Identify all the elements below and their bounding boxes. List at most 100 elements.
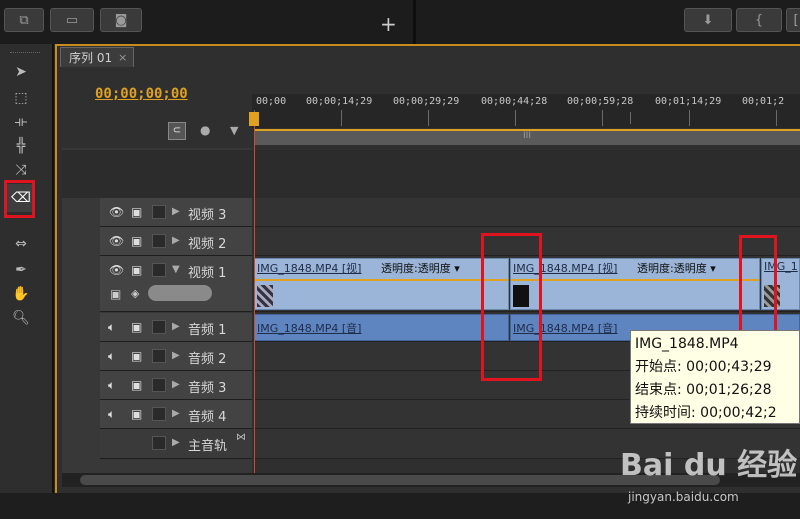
clip-icon[interactable]: ⧉: [4, 8, 44, 32]
eye-icon[interactable]: 👁︎: [109, 205, 124, 219]
panel-divider: [413, 0, 416, 44]
speaker-icon[interactable]: 🔈︎: [108, 378, 115, 393]
rate-stretch-tool-icon[interactable]: ⤨: [10, 160, 32, 180]
marker-add-icon[interactable]: ▼: [230, 124, 238, 137]
track-select-tool-icon[interactable]: ⬚: [10, 88, 32, 108]
track-label: 主音轨: [188, 439, 228, 454]
sync-lock-icon[interactable]: ▣: [131, 378, 142, 392]
rolling-edit-tool-icon[interactable]: ╬: [10, 136, 32, 156]
ruler-tick: [602, 110, 603, 126]
video-clip[interactable]: IMG_1848.MP4 [视] 透明度:透明度 ▾: [254, 258, 509, 310]
ruler-tick: [689, 110, 690, 126]
lock-toggle[interactable]: [152, 320, 166, 334]
speaker-icon[interactable]: 🔈︎: [108, 407, 115, 422]
ruler-tick: [630, 112, 631, 124]
watermark-logo: Bai du 经验: [620, 448, 798, 483]
tooltip-title: IMG_1848.MP4: [635, 336, 739, 352]
lock-toggle[interactable]: [152, 407, 166, 421]
opacity-line[interactable]: [511, 279, 759, 281]
opacity-line[interactable]: [255, 279, 508, 281]
track-label: 视频 3: [188, 208, 227, 223]
lock-toggle[interactable]: [152, 378, 166, 392]
tab-sequence-01[interactable]: 序列 01 ×: [60, 47, 134, 67]
lightbulb-icon[interactable]: ●: [200, 123, 210, 137]
slip-tool-icon[interactable]: ⇔: [10, 234, 32, 254]
sync-lock-icon[interactable]: ▣: [131, 407, 142, 421]
sync-lock-icon[interactable]: ▣: [131, 349, 142, 363]
razor-tool-highlight: [4, 180, 35, 218]
clip-name: IMG_1848.MP4 [音]: [257, 322, 362, 335]
hand-tool-icon[interactable]: ✋: [10, 284, 32, 304]
collapse-icon[interactable]: ▼: [172, 264, 180, 275]
playhead-handle[interactable]: [249, 112, 259, 126]
track-label: 视频 1: [188, 266, 227, 281]
expand-icon[interactable]: ▶: [172, 408, 180, 419]
ruler-label: 00;00;44;28: [481, 96, 548, 107]
ruler-tick: [776, 110, 777, 126]
playhead-line[interactable]: [254, 113, 255, 473]
keyframe-nav[interactable]: [148, 285, 212, 301]
track-label: 音频 1: [188, 323, 227, 338]
cut-highlight-1: [481, 233, 542, 381]
camera-icon[interactable]: ◙: [100, 8, 142, 32]
ruler-label: 00;00;59;28: [567, 96, 634, 107]
mark-out-icon[interactable]: [: [786, 8, 800, 32]
snap-icon[interactable]: ⊂: [168, 122, 186, 140]
add-icon[interactable]: +: [380, 12, 397, 36]
speaker-icon[interactable]: 🔈︎: [108, 349, 115, 364]
keyframe-icon[interactable]: ◈: [131, 287, 139, 300]
expand-icon[interactable]: ▶: [172, 206, 180, 217]
empty-track-area: [62, 150, 800, 198]
ruler-label: 00;00: [256, 96, 287, 107]
selection-tool-icon[interactable]: ➤: [10, 62, 32, 82]
work-area-bar[interactable]: III: [254, 129, 800, 145]
zoom-grip: III: [523, 131, 531, 141]
marker-icon[interactable]: ⬇: [684, 8, 732, 32]
speaker-icon[interactable]: 🔈︎: [108, 320, 115, 335]
eye-icon[interactable]: 👁︎: [109, 234, 124, 248]
lock-toggle[interactable]: [152, 349, 166, 363]
ruler-label: 00;00;29;29: [393, 96, 460, 107]
film-icon[interactable]: ▣: [131, 205, 142, 219]
expand-icon[interactable]: ▶: [172, 235, 180, 246]
track-label: 音频 2: [188, 352, 227, 367]
audio-clip[interactable]: IMG_1848.MP4 [音]: [254, 314, 509, 341]
clip-effect[interactable]: 透明度:透明度 ▾: [381, 260, 460, 276]
lock-toggle[interactable]: [152, 205, 166, 219]
ruler-label: 00;01;14;29: [655, 96, 722, 107]
zoom-tool-icon[interactable]: 🔍︎: [10, 308, 32, 328]
lock-toggle[interactable]: [152, 436, 166, 450]
eye-icon[interactable]: 👁︎: [109, 263, 124, 277]
ruler-tick: [515, 110, 516, 126]
ripple-edit-tool-icon[interactable]: ⟛: [10, 112, 32, 132]
pen-tool-icon[interactable]: ✒: [10, 260, 32, 280]
lock-toggle[interactable]: [152, 263, 166, 277]
ruler-tick: [428, 110, 429, 126]
track-label: 音频 3: [188, 381, 227, 396]
film-icon[interactable]: ▣: [131, 234, 142, 248]
expand-icon[interactable]: ▶: [172, 321, 180, 332]
track-label: 视频 2: [188, 237, 227, 252]
current-timecode[interactable]: 00;00;00;00: [95, 86, 188, 102]
clip-effect[interactable]: 透明度:透明度 ▾: [637, 260, 716, 276]
lock-toggle[interactable]: [152, 234, 166, 248]
close-icon[interactable]: ×: [118, 51, 127, 64]
clip-thumbnail: [257, 285, 273, 307]
track-row-video-3[interactable]: [254, 198, 800, 227]
clip-name: IMG_1848.MP4 [视]: [257, 262, 362, 275]
expand-icon[interactable]: ▶: [172, 379, 180, 390]
film-icon[interactable]: ▣: [131, 263, 142, 277]
output-icon: ⋈: [236, 432, 246, 443]
tooltip-duration: 持续时间: 00;00;42;2: [635, 405, 777, 421]
ruler-label: 00;00;14;29: [306, 96, 373, 107]
brace-icon[interactable]: {: [736, 8, 782, 32]
sync-lock-icon[interactable]: ▣: [131, 320, 142, 334]
video-clip[interactable]: IMG_1848.MP4 [视] 透明度:透明度 ▾: [510, 258, 760, 310]
monitor-icon[interactable]: ▭: [50, 8, 94, 32]
display-style-icon[interactable]: ▣: [110, 287, 121, 301]
expand-icon[interactable]: ▶: [172, 350, 180, 361]
clip-tooltip: IMG_1848.MP4 开始点: 00;00;43;29 结束点: 00;01…: [630, 330, 800, 424]
track-label: 音频 4: [188, 410, 227, 425]
expand-icon[interactable]: ▶: [172, 437, 180, 448]
ruler-tick: [341, 110, 342, 126]
